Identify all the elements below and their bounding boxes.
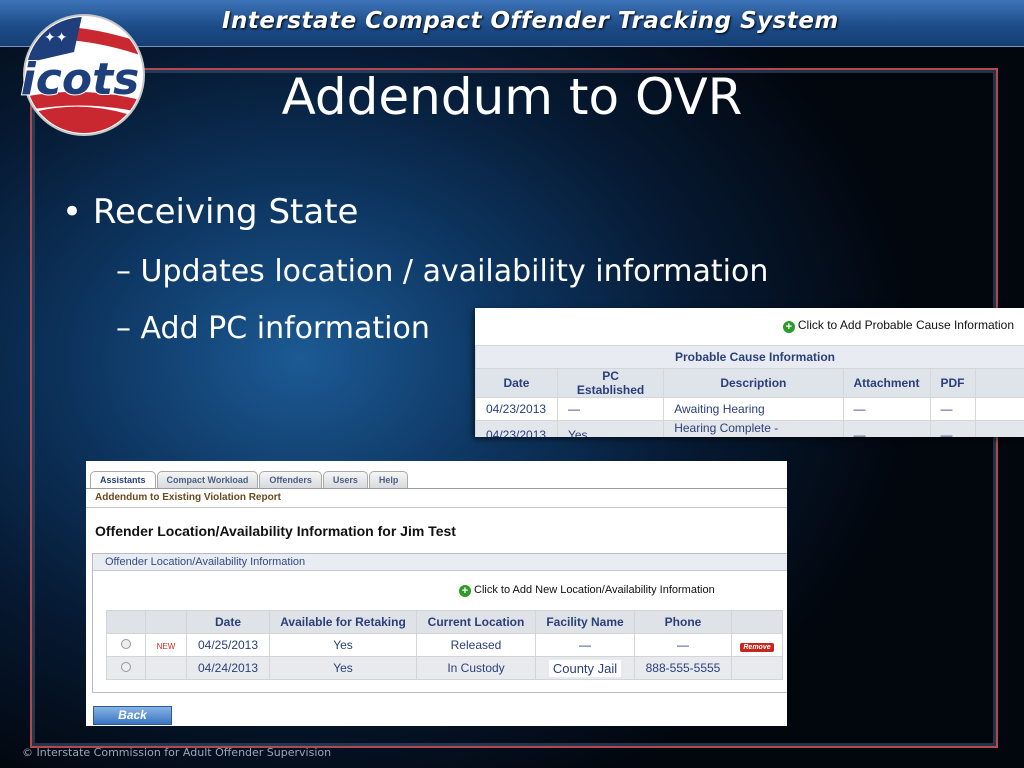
slide-title: Addendum to OVR	[281, 68, 743, 126]
location-panel: Assistants Compact Workload Offenders Users…	[86, 461, 787, 726]
bullet-updates-location: – Updates location / availability inform…	[116, 254, 769, 289]
add-location-link[interactable]: + Click to Add New Location/Availability …	[459, 584, 715, 597]
remove-button[interactable]: Remove	[740, 643, 774, 652]
add-plus-icon: +	[782, 321, 795, 333]
loc-cell: —	[535, 633, 635, 657]
add-location-label: Click to Add New Location/Availability I…	[474, 584, 715, 596]
pc-header-attachment: Attachment	[842, 368, 931, 398]
pc-cell: Hearing Complete - 04/23/2013	[663, 420, 844, 437]
loc-cell: Released	[416, 633, 536, 657]
tab-offenders[interactable]: Offenders	[259, 471, 322, 489]
pc-header-description: Description	[663, 368, 844, 398]
page-title: Offender Location/Availability Informati…	[95, 523, 456, 539]
facility-name: County Jail	[548, 659, 622, 677]
table-row: NEW 04/25/2013 Yes Released — — Remove	[106, 633, 783, 657]
loc-cell: Yes	[269, 633, 417, 657]
pc-cell: —	[842, 397, 931, 421]
header-bar: Interstate Compact Offender Tracking Sys…	[0, 0, 1024, 47]
location-section: Offender Location/Availability Informati…	[92, 553, 787, 693]
pc-header-date: Date	[475, 368, 558, 398]
pc-cell: —	[842, 420, 931, 437]
loc-header-available: Available for Retaking	[269, 610, 417, 634]
new-badge: NEW	[156, 642, 176, 651]
pc-header-established: PC Established	[556, 368, 665, 398]
pc-cell: 04/23/2013	[475, 397, 558, 421]
bullet-receiving-state: • Receiving State	[62, 192, 359, 232]
loc-cell: 888-555-5555	[634, 656, 732, 680]
copyright-footer: © Interstate Commission for Adult Offend…	[22, 746, 332, 759]
loc-header-phone: Phone	[634, 610, 732, 634]
loc-cell: Yes	[269, 656, 417, 680]
loc-cell: In Custody	[416, 656, 536, 680]
loc-cell: —	[634, 633, 732, 657]
table-row: 04/23/2013 — Awaiting Hearing — —	[475, 397, 1024, 421]
row-select-radio[interactable]	[121, 639, 131, 649]
row-select-radio[interactable]	[121, 662, 131, 672]
add-probable-cause-link[interactable]: + Click to Add Probable Cause Information	[782, 318, 1014, 333]
probable-cause-panel: + Click to Add Probable Cause Information…	[475, 308, 1024, 437]
probable-cause-table: Probable Cause Information Date PC Estab…	[475, 345, 1024, 437]
table-row: 04/24/2013 Yes In Custody County Jail 88…	[106, 656, 783, 680]
section-title: Offender Location/Availability Informati…	[93, 554, 787, 571]
pc-cell: —	[556, 397, 665, 421]
loc-header-facility: Facility Name	[535, 610, 635, 634]
tab-assistants[interactable]: Assistants	[90, 471, 156, 489]
location-table: Date Available for Retaking Current Loca…	[106, 610, 783, 680]
svg-text:✦✦: ✦✦	[44, 30, 68, 46]
add-probable-cause-label: Click to Add Probable Cause Information	[797, 318, 1014, 332]
pc-cell: —	[929, 420, 976, 437]
pc-cell: Awaiting Hearing	[663, 397, 844, 421]
loc-cell: 04/25/2013	[186, 633, 270, 657]
pc-cell: 04/23/2013	[475, 420, 558, 437]
probable-cause-caption: Probable Cause Information	[475, 345, 1024, 369]
add-plus-icon: +	[459, 585, 471, 597]
pc-header-pdf: PDF	[929, 368, 976, 398]
tab-compact-workload[interactable]: Compact Workload	[156, 471, 259, 489]
table-row: 04/23/2013 Yes Hearing Complete - 04/23/…	[475, 420, 1024, 437]
back-button[interactable]: Back	[93, 706, 172, 725]
loc-header-location: Current Location	[416, 610, 536, 634]
loc-header-date: Date	[186, 610, 270, 634]
breadcrumb: Addendum to Existing Violation Report	[95, 492, 281, 503]
bullet-add-pc: – Add PC information	[116, 311, 430, 346]
breadcrumb-divider	[86, 507, 787, 508]
tab-bar: Assistants Compact Workload Offenders Users…	[90, 470, 409, 489]
system-title: Interstate Compact Offender Tracking Sys…	[222, 8, 839, 34]
tab-users[interactable]: Users	[322, 471, 368, 489]
pc-cell: —	[929, 397, 976, 421]
pc-cell: Yes	[556, 420, 665, 437]
tab-help[interactable]: Help	[368, 471, 409, 489]
loc-cell: 04/24/2013	[186, 656, 270, 680]
tab-divider	[86, 488, 787, 489]
